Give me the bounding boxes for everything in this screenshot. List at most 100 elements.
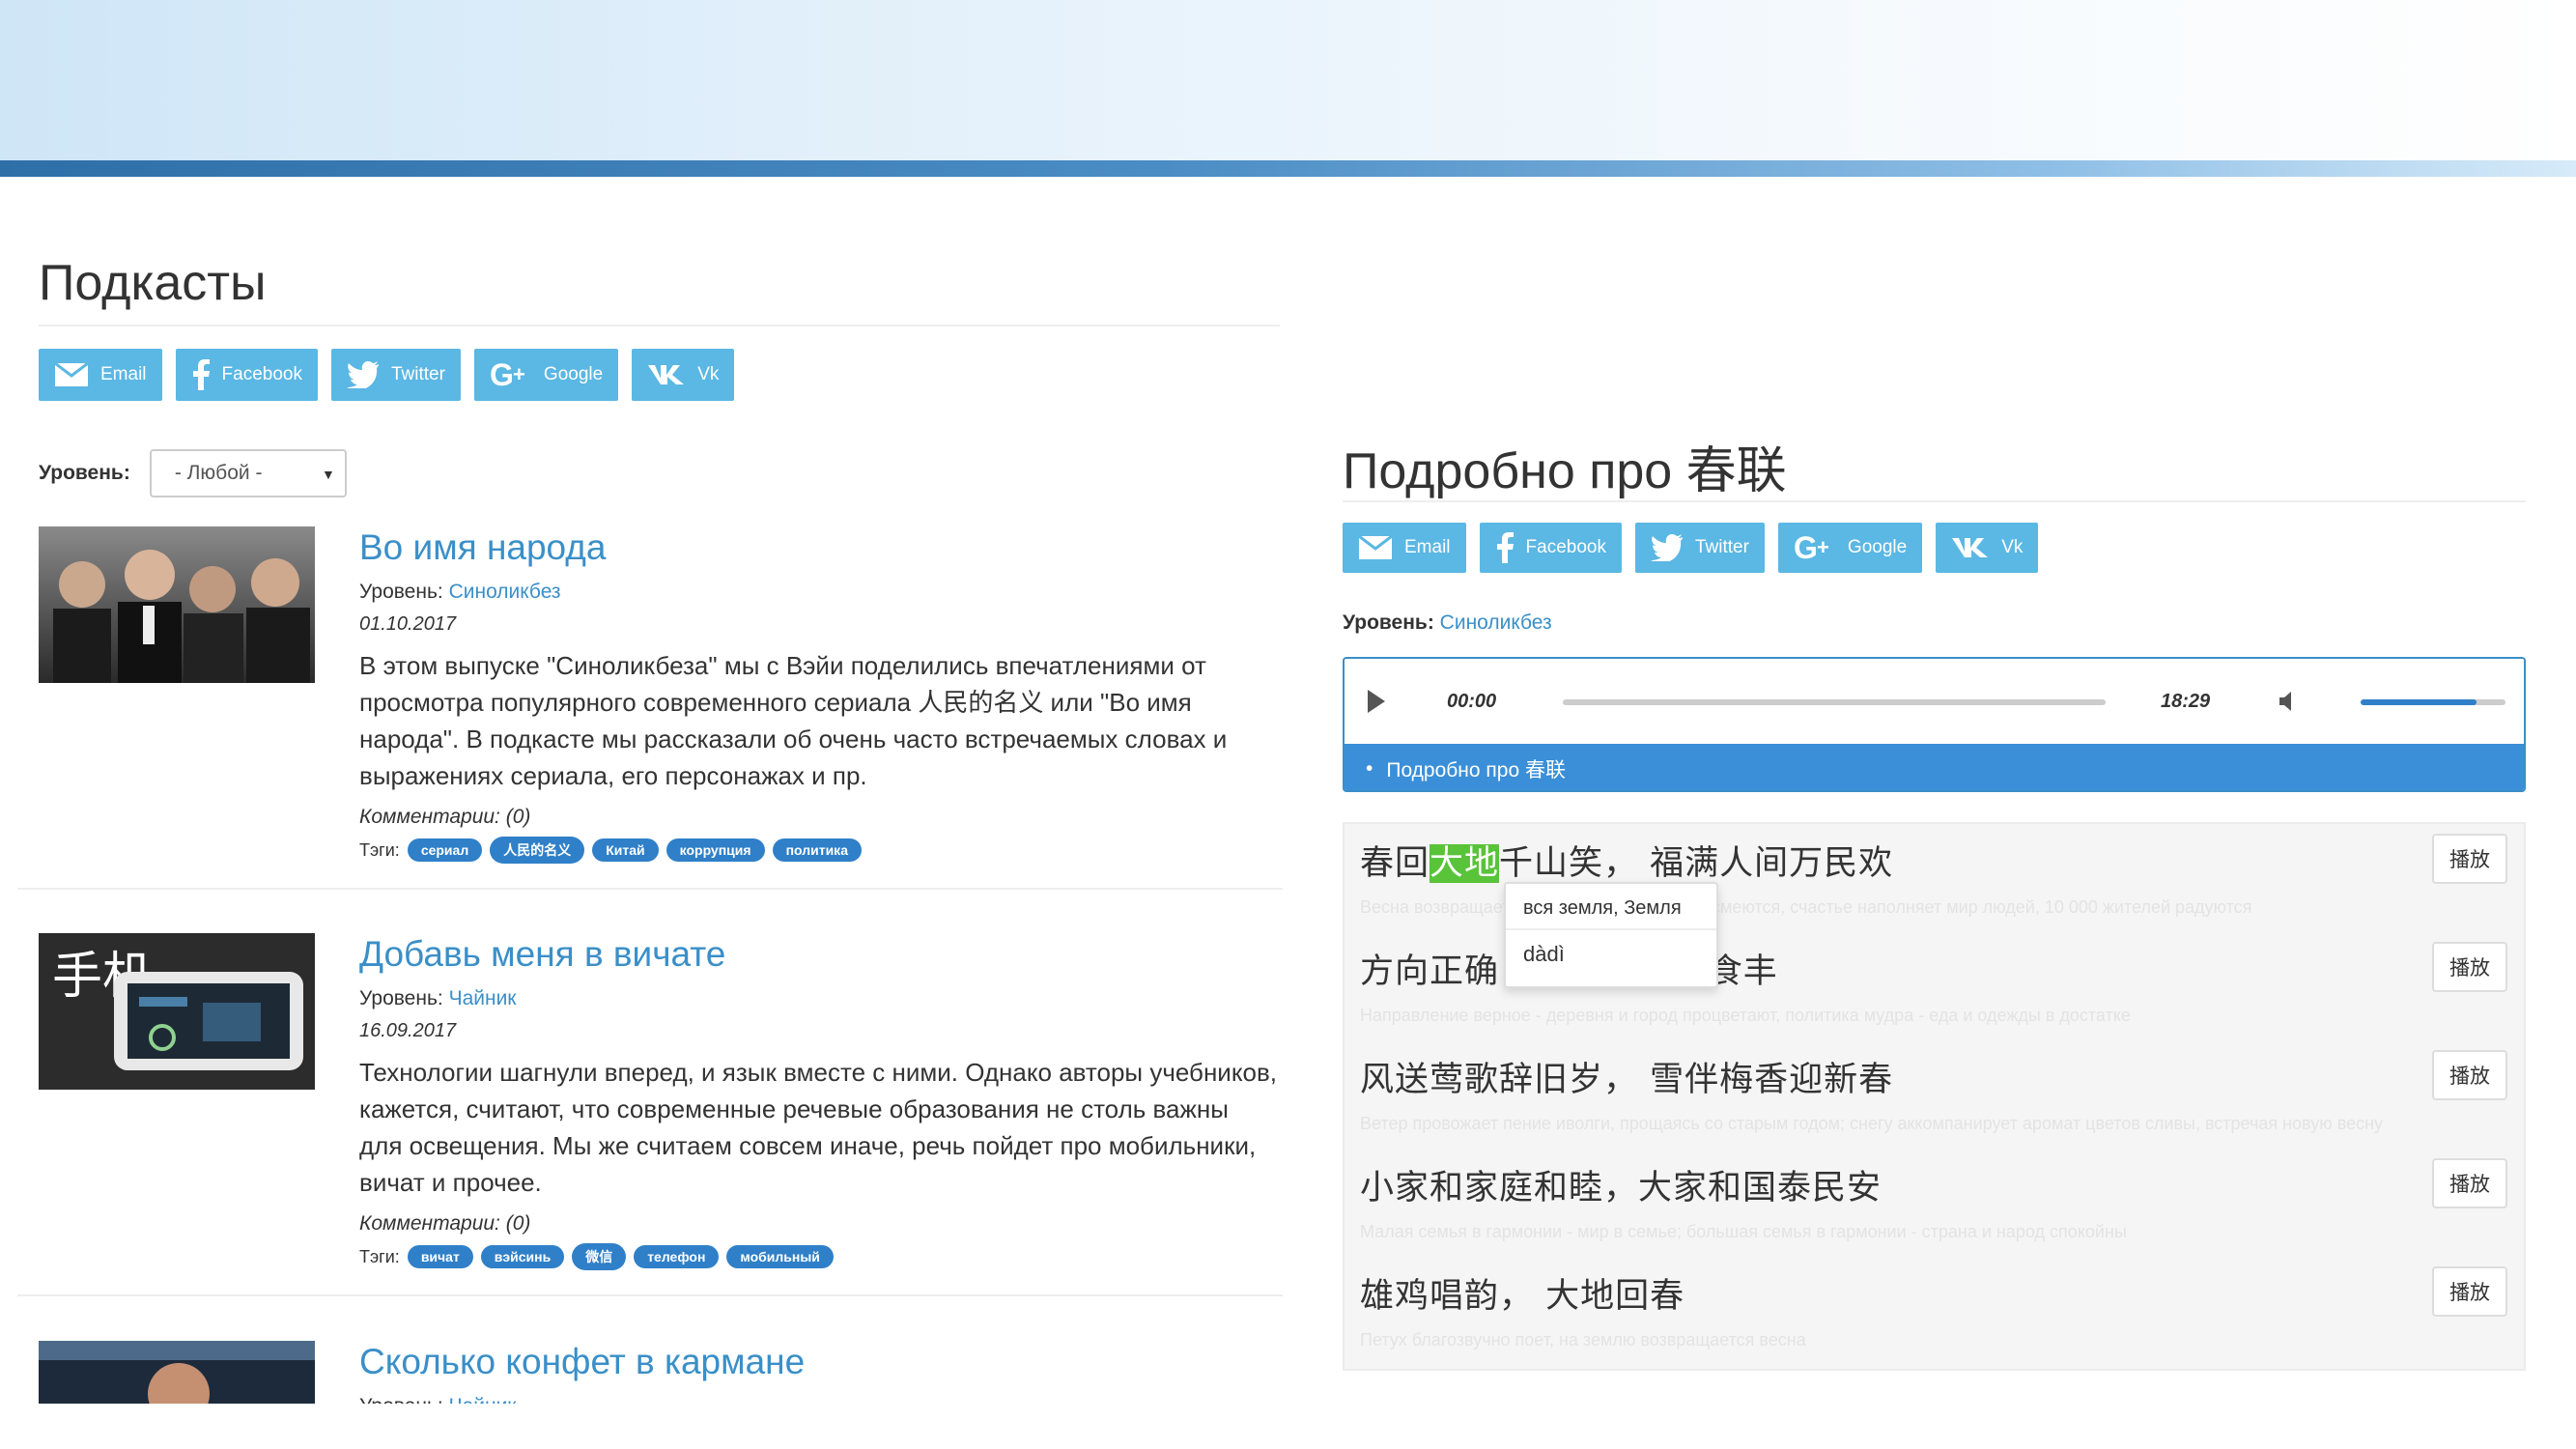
- tooltip-meaning: вся земля, Земля: [1506, 884, 1716, 930]
- podcast-level: Уровень: Чайник: [359, 987, 1277, 1010]
- svg-text:+: +: [513, 362, 525, 386]
- share-google-button[interactable]: G + Google: [473, 349, 619, 401]
- title-divider: [39, 325, 1280, 327]
- lyric-chinese[interactable]: 小家和家庭和睦，大家和国泰民安: [1360, 1160, 1882, 1209]
- share-google-button[interactable]: G + Google: [1777, 523, 1923, 573]
- volume-icon[interactable]: [2278, 690, 2301, 713]
- share-vk-button[interactable]: Vk: [632, 349, 735, 401]
- google-plus-icon: G +: [490, 360, 525, 389]
- vk-icon: [648, 365, 685, 384]
- podcast-thumbnail[interactable]: [39, 1341, 315, 1404]
- share-email-label: Email: [100, 364, 147, 384]
- share-buttons: Email Facebook Twitter G + Google Vk: [39, 349, 735, 401]
- playlist-item[interactable]: • Подробно про 春联: [1345, 744, 2524, 790]
- detail-share-buttons: Email Facebook Twitter G + Google Vk: [1343, 523, 2039, 573]
- share-twitter-label: Twitter: [1694, 537, 1749, 557]
- level-label: Уровень:: [359, 1395, 443, 1404]
- share-google-label: Google: [543, 364, 604, 384]
- tag-pill[interactable]: сериал: [407, 838, 483, 862]
- lyric-chinese[interactable]: 雄鸡唱韵， 大地回春: [1360, 1268, 1684, 1318]
- current-time: 00:00: [1447, 691, 1497, 712]
- level-link[interactable]: Чайник: [449, 1395, 517, 1404]
- level-label: Уровень:: [359, 581, 443, 603]
- bullet-icon: •: [1366, 757, 1373, 780]
- tag-pill[interactable]: 微信: [572, 1243, 627, 1270]
- lyric-translation: Малая семья в гармонии - мир в семье; бо…: [1360, 1222, 2127, 1241]
- tag-pill[interactable]: 人民的名义: [490, 837, 585, 864]
- level-filter-label: Уровень:: [39, 462, 130, 484]
- level-label: Уровень:: [359, 987, 443, 1009]
- lyric-play-button[interactable]: 播放: [2432, 1158, 2507, 1208]
- page-title: Подкасты: [39, 255, 267, 311]
- tag-pill[interactable]: коррупция: [665, 838, 765, 862]
- level-filter: Уровень: - Любой - ▼: [39, 449, 347, 497]
- tag-pill[interactable]: мобильный: [726, 1245, 834, 1268]
- podcast-tags: Тэги: вичат вэйсинь 微信 телефон мобильный: [359, 1243, 1277, 1270]
- podcast-level: Уровень: Чайник: [359, 1395, 1277, 1404]
- lyric-chinese: 春回大地千山笑， 福满人间万民欢: [1360, 836, 1893, 885]
- share-facebook-label: Facebook: [221, 364, 302, 384]
- volume-slider[interactable]: [2361, 699, 2505, 705]
- share-vk-label: Vk: [697, 364, 720, 384]
- share-email-button[interactable]: Email: [39, 349, 162, 401]
- podcast-item-body: Сколько конфет в кармане Уровень: Чайник: [359, 1341, 1277, 1404]
- lyric-translation: Ветер провожает пение иволги, прощаясь с…: [1360, 1114, 2384, 1133]
- facebook-icon: [192, 359, 210, 390]
- share-twitter-button[interactable]: Twitter: [1634, 523, 1765, 573]
- podcast-comments-link[interactable]: Комментарии: (0): [359, 1212, 1277, 1236]
- total-time: 18:29: [2161, 691, 2211, 712]
- person-photo-icon: [39, 1341, 315, 1404]
- tag-pill[interactable]: вэйсинь: [480, 1245, 565, 1268]
- level-select[interactable]: - Любой - ▼: [149, 449, 347, 497]
- progress-track[interactable]: [1563, 699, 2106, 705]
- tag-pill[interactable]: политика: [772, 838, 862, 862]
- lyric-play-button[interactable]: 播放: [2432, 834, 2507, 884]
- lyric-segment[interactable]: 方向正确: [1360, 952, 1499, 991]
- play-icon[interactable]: [1366, 689, 1387, 714]
- lyric-segment[interactable]: 千山笑， 福满人间万民欢: [1499, 844, 1893, 883]
- header-banner: [0, 0, 2576, 164]
- lyric-segment[interactable]: 春回: [1360, 844, 1430, 883]
- share-facebook-button[interactable]: Facebook: [175, 349, 318, 401]
- podcast-thumbnail[interactable]: [39, 526, 315, 683]
- podcast-title-link[interactable]: Сколько конфет в кармане: [359, 1341, 1277, 1383]
- lyric-chinese[interactable]: 风送莺歌辞旧岁， 雪伴梅香迎新春: [1360, 1052, 1893, 1101]
- svg-text:G: G: [1794, 533, 1818, 562]
- detail-level: Уровень: Синоликбез: [1343, 611, 1552, 635]
- podcast-date: 16.09.2017: [359, 1020, 457, 1041]
- podcast-description: В этом выпуске "Синоликбеза" мы с Вэйи п…: [359, 651, 1228, 790]
- share-vk-label: Vk: [2001, 537, 2024, 557]
- envelope-icon: [54, 362, 89, 386]
- twitter-icon: [346, 361, 379, 388]
- volume-level: [2361, 699, 2477, 705]
- lyric-play-button[interactable]: 播放: [2432, 1050, 2507, 1100]
- podcast-list-section: Подкасты Email Facebook Twitter G + Googl…: [0, 177, 1289, 1404]
- tag-pill[interactable]: Китай: [592, 838, 659, 862]
- lyric-play-button[interactable]: 播放: [2432, 942, 2507, 992]
- svg-text:+: +: [1817, 535, 1829, 559]
- tags-label: Тэги:: [359, 839, 400, 860]
- share-vk-button[interactable]: Vk: [1936, 523, 2039, 573]
- lyric-line: 风送莺歌辞旧岁， 雪伴梅香迎新春 Ветер провожает пение и…: [1345, 1040, 2524, 1149]
- share-email-label: Email: [1404, 537, 1451, 557]
- detail-level-link[interactable]: Синоликбез: [1440, 611, 1552, 634]
- podcast-comments-link[interactable]: Комментарии: (0): [359, 806, 1277, 829]
- level-link[interactable]: Чайник: [449, 987, 517, 1009]
- tag-pill[interactable]: вичат: [407, 1245, 473, 1268]
- lyric-highlighted-word[interactable]: 大地: [1430, 844, 1500, 883]
- lyric-translation: Петух благозвучно поет, на землю возвращ…: [1360, 1330, 1806, 1350]
- lyric-play-button[interactable]: 播放: [2432, 1266, 2507, 1317]
- level-link[interactable]: Синоликбез: [449, 581, 561, 603]
- share-email-button[interactable]: Email: [1343, 523, 1466, 573]
- podcast-title-link[interactable]: Добавь меня в вичате: [359, 933, 1277, 976]
- podcast-description: Технологии шагнули вперед, и язык вместе…: [359, 1058, 1277, 1197]
- detail-title-divider: [1343, 500, 2526, 502]
- share-facebook-button[interactable]: Facebook: [1479, 523, 1622, 573]
- tag-pill[interactable]: телефон: [634, 1245, 720, 1268]
- lyric-line: 雄鸡唱韵， 大地回春 Петух благозвучно поет, на зе…: [1345, 1257, 2524, 1365]
- podcast-thumbnail[interactable]: 手机: [39, 933, 315, 1090]
- share-twitter-button[interactable]: Twitter: [330, 349, 461, 401]
- audio-player: 00:00 18:29 • Подробно про 春联: [1343, 657, 2526, 792]
- podcast-title-link[interactable]: Во имя народа: [359, 526, 1277, 569]
- podcast-detail-section: Подробно про 春联 Email Facebook Twitter G…: [1343, 177, 2526, 1433]
